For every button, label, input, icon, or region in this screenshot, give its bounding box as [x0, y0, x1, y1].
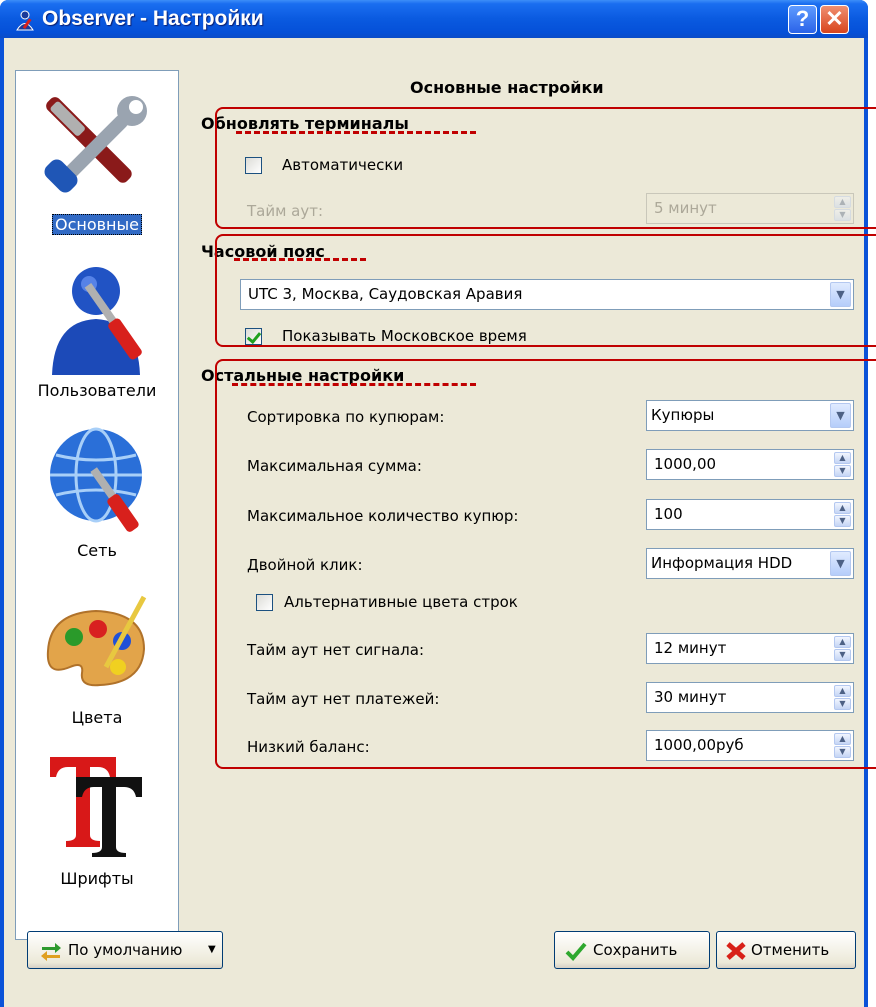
sidebar-item-network[interactable]: Сеть	[16, 425, 178, 565]
annotation-box-timezone	[215, 234, 876, 347]
cancel-x-icon	[726, 942, 746, 960]
annotation-underline-other	[232, 383, 476, 386]
cancel-label: Отменить	[751, 941, 830, 959]
page-title: Основные настройки	[410, 78, 604, 97]
settings-window: Observer - Настройки ? ✕ Основные Пользо…	[0, 0, 876, 1007]
annotation-box-update	[215, 107, 876, 229]
sidebar-label-colors: Цвета	[71, 708, 123, 727]
annotation-underline-update	[236, 131, 476, 134]
sidebar-label-general: Основные	[51, 214, 142, 235]
sidebar-item-users[interactable]: Пользователи	[16, 259, 178, 407]
app-icon	[16, 10, 34, 31]
window-title: Observer - Настройки	[42, 7, 264, 30]
defaults-label: По умолчанию	[68, 941, 183, 959]
save-button[interactable]: Сохранить	[554, 931, 710, 969]
sidebar-label-fonts: Шрифты	[60, 869, 134, 888]
save-label: Сохранить	[593, 941, 678, 959]
defaults-button[interactable]: По умолчанию ▼	[27, 931, 223, 969]
cancel-button[interactable]: Отменить	[716, 931, 856, 969]
title-bar[interactable]: Observer - Настройки ? ✕	[0, 0, 868, 38]
sidebar-item-fonts[interactable]: Шрифты	[16, 749, 178, 899]
fonts-icon	[50, 757, 142, 857]
annotation-underline-timezone	[234, 258, 366, 261]
palette-icon	[46, 595, 147, 687]
network-icon	[50, 427, 142, 532]
sidebar-label-users: Пользователи	[37, 381, 157, 400]
chevron-down-icon[interactable]: ▼	[208, 932, 216, 968]
annotation-box-other	[215, 359, 876, 769]
swap-arrows-icon	[41, 943, 61, 961]
sidebar-label-network: Сеть	[77, 541, 117, 560]
dialog-client: Основные Пользователи Сеть Цвета Шрифты …	[4, 38, 876, 1007]
settings-sidebar: Основные Пользователи Сеть Цвета Шрифты	[15, 70, 179, 940]
sidebar-item-general[interactable]: Основные	[16, 79, 178, 239]
sidebar-item-colors[interactable]: Цвета	[16, 591, 178, 731]
tools-icon	[44, 96, 147, 193]
users-icon	[52, 267, 142, 375]
checkmark-icon	[565, 942, 587, 961]
help-button[interactable]: ?	[788, 5, 817, 34]
close-button[interactable]: ✕	[820, 5, 849, 34]
